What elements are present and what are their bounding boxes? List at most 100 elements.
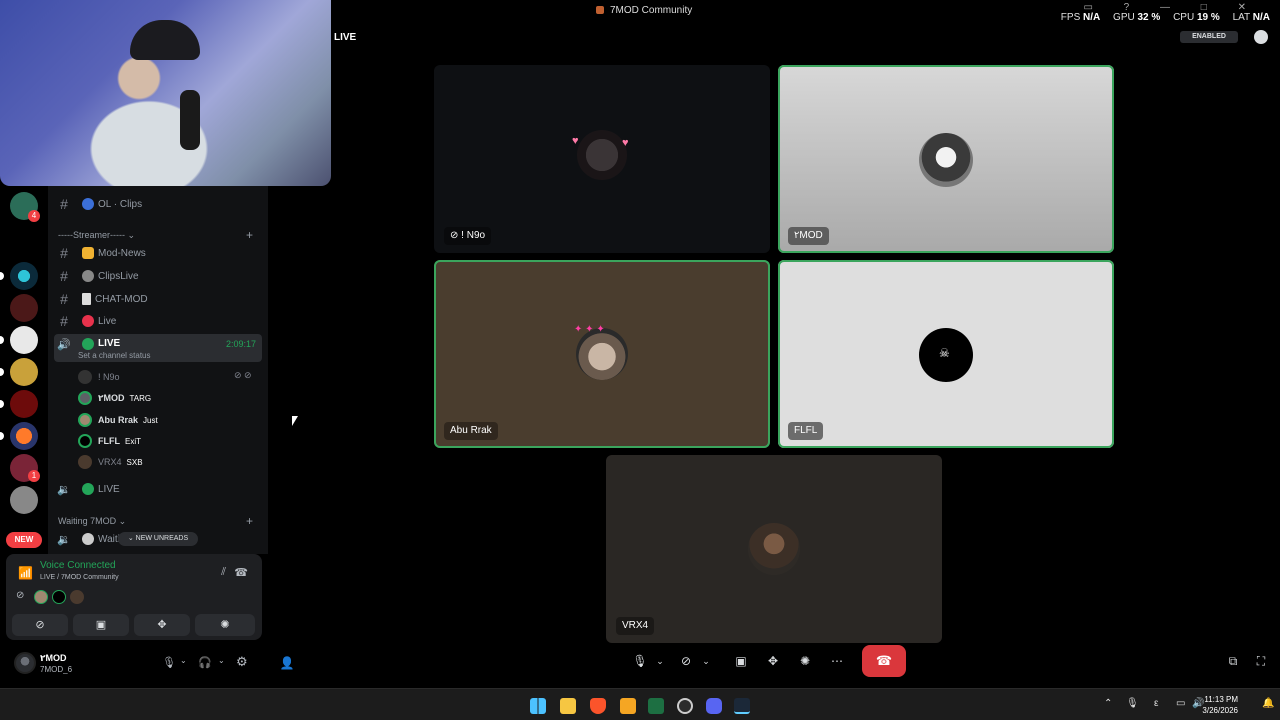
popout-icon[interactable]: ⧉ (1224, 649, 1242, 673)
camera-off-button[interactable]: ⊘ (676, 649, 696, 673)
screen-share-button[interactable]: ▣ (730, 649, 752, 673)
gear-icon[interactable]: ⚙ (236, 654, 248, 670)
participant-tile-vrx4[interactable]: VRX4 (606, 455, 942, 643)
brave-browser-icon[interactable] (590, 698, 606, 714)
soundboard-button[interactable]: ✺ (794, 649, 816, 673)
language-icon[interactable]: ε (1154, 698, 1158, 709)
voice-member-abu-rrak[interactable]: Abu Rrak Just (78, 411, 158, 429)
clan-tag: TARG (129, 393, 152, 403)
username[interactable]: ٢MOD (40, 653, 67, 664)
skull-icon: ☠ (939, 346, 950, 360)
new-unreads-pill[interactable]: NEW (6, 532, 42, 548)
document-icon (82, 293, 91, 305)
voice-member-flfl[interactable]: FLFL ExiT (78, 432, 141, 450)
participant-tile-n9o[interactable]: ♥ ♥ ⊘ ! N9o (434, 65, 770, 253)
camera-off-button[interactable]: ⊘ (12, 614, 68, 636)
clock-icon (82, 533, 94, 545)
microphone-button[interactable]: 🎙 (630, 649, 650, 673)
voice-member-vrx4[interactable]: VRX4 SXB (78, 453, 143, 471)
muted-icon: ⊘ ⊘ (234, 370, 252, 380)
add-channel-icon[interactable]: + (246, 228, 253, 242)
tile-label: Abu Rrak (444, 422, 498, 440)
channel-status[interactable]: Set a channel status (78, 351, 151, 360)
new-unreads-button[interactable]: ⌄ NEW UNREADS (118, 532, 198, 546)
headphones-icon[interactable]: 🎧 (198, 656, 212, 669)
enabled-badge[interactable]: ENABLED (1180, 31, 1238, 43)
windows-start-icon[interactable] (530, 698, 546, 714)
invite-icon[interactable]: 👤 (278, 651, 296, 675)
fullscreen-icon[interactable]: ⛶ (1252, 649, 1270, 673)
voice-connection-panel: 📶 Voice Connected LIVE / 7MOD Community … (6, 554, 262, 640)
soundboard-button[interactable]: ✺ (195, 614, 255, 636)
channel-live-text[interactable]: # Live (54, 310, 262, 332)
add-channel-icon[interactable]: + (246, 514, 253, 528)
voice-channel-path[interactable]: LIVE / 7MOD Community (40, 574, 119, 581)
avatar (34, 590, 48, 604)
bell-icon (82, 247, 94, 259)
chat-bubble-icon[interactable] (1254, 30, 1268, 44)
channel-chat-mod[interactable]: # CHAT-MOD (54, 288, 262, 310)
chevron-down-icon[interactable]: ⌄ (700, 649, 712, 673)
voice-status[interactable]: Voice Connected (40, 560, 116, 571)
participant-tile-7mod[interactable]: ٢MOD (778, 65, 1114, 253)
server-icon[interactable] (10, 390, 38, 418)
unread-indicator (0, 368, 4, 376)
more-button[interactable]: ⋯ (826, 649, 848, 673)
activities-button[interactable]: ✥ (134, 614, 190, 636)
unread-indicator (0, 336, 4, 344)
participant-tile-abu-rrak[interactable]: ✦ ✦ ✦ Abu Rrak (434, 260, 770, 448)
avatar (577, 130, 627, 180)
system-clock[interactable]: 11:13 PM 3/26/2026 (1202, 694, 1238, 716)
avatar (78, 434, 92, 448)
screen-share-button[interactable]: ▣ (73, 614, 129, 636)
studio-microphone (180, 90, 200, 150)
chevron-down-icon[interactable]: ⌄ (218, 656, 225, 665)
chevron-down-icon[interactable]: ⌄ (654, 649, 666, 673)
eye-icon (82, 270, 94, 282)
disconnect-icon[interactable]: ☎ (234, 566, 248, 579)
channel-clipslive[interactable]: # ClipsLive (54, 265, 262, 287)
microphone-icon[interactable]: 🎙 (162, 656, 176, 669)
avatar (919, 133, 973, 187)
discord-icon[interactable] (706, 698, 722, 714)
chevron-up-icon[interactable]: ⌃ (1104, 698, 1112, 709)
hash-icon: # (60, 268, 68, 284)
network-icon[interactable]: ▭ (1176, 698, 1185, 709)
server-icon[interactable] (10, 422, 38, 450)
notifications-icon[interactable]: 🔔 (1262, 698, 1274, 709)
signal-icon[interactable]: 📶 (18, 566, 33, 580)
file-explorer-icon[interactable] (560, 698, 576, 714)
activities-button[interactable]: ✥ (762, 649, 784, 673)
mouse-cursor (292, 416, 298, 426)
participant-tile-flfl[interactable]: ☠ FLFL (778, 260, 1114, 448)
noise-suppression-icon[interactable]: ⫽ (221, 566, 226, 579)
disconnect-button[interactable]: ☎ (862, 645, 906, 677)
voice-channel-live-active[interactable]: 🔊 LIVE 2:09:17 Set a channel status (54, 334, 262, 362)
clan-tag: ExiT (125, 436, 141, 446)
avatar (78, 370, 92, 384)
server-icon[interactable] (10, 326, 38, 354)
server-icon[interactable] (10, 486, 38, 514)
excel-icon[interactable] (648, 698, 664, 714)
server-icon[interactable] (10, 262, 38, 290)
chevron-down-icon[interactable]: ⌄ (180, 656, 187, 665)
avatar[interactable] (14, 652, 36, 674)
category-waiting[interactable]: Waiting 7MOD ⌄ + (58, 514, 253, 528)
voice-member-n9o[interactable]: ! N9o (78, 368, 120, 386)
server-icon[interactable] (10, 358, 38, 386)
avatar (78, 455, 92, 469)
steam-icon[interactable] (734, 698, 750, 714)
category-streamer[interactable]: -----Streamer----- ⌄ + (58, 228, 253, 242)
globe-icon (82, 198, 94, 210)
user-subtext: 7MOD_6 (40, 665, 73, 674)
microphone-icon[interactable]: 🎙 (1126, 698, 1139, 709)
voice-channel-live-2[interactable]: 🔉 LIVE (54, 478, 262, 500)
channel-mod-news[interactable]: # Mod-News (54, 242, 262, 264)
voice-member-7mod[interactable]: ٢MOD TARG (78, 389, 151, 407)
server-icon[interactable] (10, 294, 38, 322)
unread-badge: 4 (28, 210, 40, 222)
channel-ol-clips[interactable]: # OL · Clips (54, 193, 262, 215)
editor-icon[interactable] (620, 698, 636, 714)
speaker-icon: 🔊 (57, 339, 71, 351)
obs-icon[interactable] (677, 698, 693, 714)
